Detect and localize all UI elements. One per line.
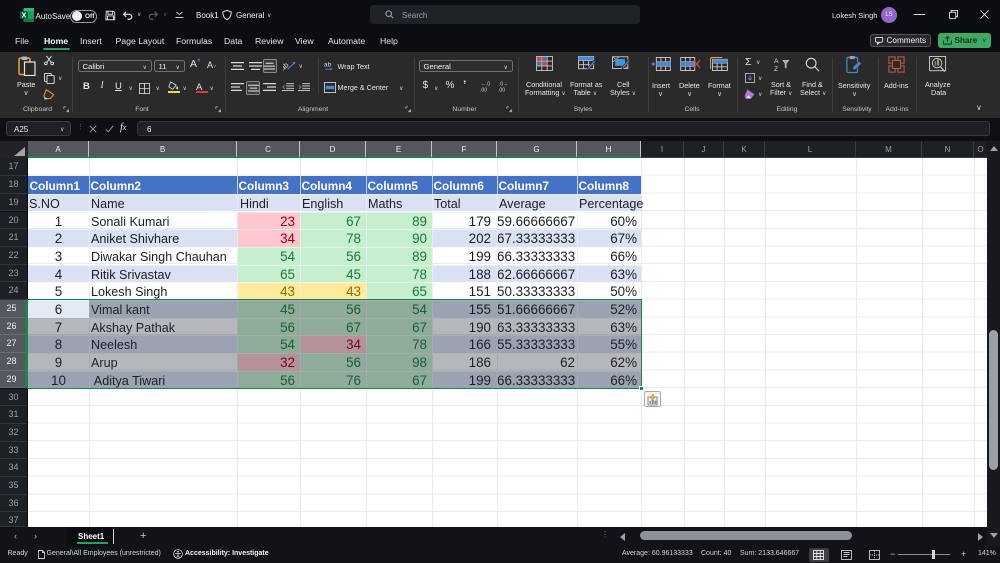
svg-text:.00: .00 [498,88,505,92]
svg-text:ab: ab [283,60,290,71]
svg-text:X: X [22,12,27,19]
svg-text:.00: .00 [480,88,487,92]
svg-text:A: A [774,58,779,65]
svg-text:ab: ab [324,61,332,68]
svg-text:Z: Z [774,66,778,72]
